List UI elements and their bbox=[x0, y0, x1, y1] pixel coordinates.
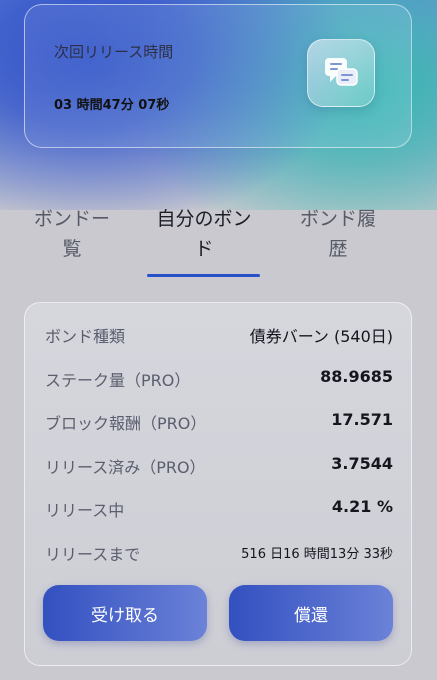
tab-bond-history-line1: ボンド履 bbox=[299, 208, 376, 230]
bond-tabs: ボンドー 覧 自分のボン ド ボンド履 歴 bbox=[0, 204, 437, 280]
releasing-value: 4.21 % bbox=[331, 497, 393, 516]
time-to-release-value: 516 日16 時間13分 33秒 bbox=[241, 547, 393, 562]
tab-bond-list[interactable]: ボンドー 覧 bbox=[12, 204, 132, 264]
next-release-card: 次回リリース時間 03 時間47分 07秒 bbox=[24, 4, 412, 148]
stake-amount-value: 88.9685 bbox=[320, 367, 393, 386]
tab-my-bonds-line1: 自分のボン bbox=[156, 208, 252, 230]
released-label: リリース済み（PRO） bbox=[45, 458, 206, 477]
tab-bond-list-line1: ボンドー bbox=[33, 208, 110, 230]
block-reward-value: 17.571 bbox=[331, 410, 393, 429]
bond-type-label: ボンド種類 bbox=[45, 327, 126, 346]
detail-row-time-to-release: リリースまで 516 日16 時間13分 33秒 bbox=[45, 541, 393, 565]
active-tab-indicator bbox=[147, 274, 260, 277]
detail-row-releasing: リリース中 4.21 % bbox=[45, 497, 393, 521]
detail-row-stake-amount: ステーク量（PRO） 88.9685 bbox=[45, 367, 393, 391]
time-to-release-label: リリースまで bbox=[45, 545, 141, 564]
next-release-countdown: 03 時間47分 07秒 bbox=[54, 98, 170, 113]
redeem-button[interactable]: 償還 bbox=[229, 585, 393, 641]
tab-bond-history-line2: 歴 bbox=[328, 238, 348, 260]
claim-button-label: 受け取る bbox=[91, 605, 159, 626]
stake-amount-label: ステーク量（PRO） bbox=[45, 371, 191, 390]
next-release-title: 次回リリース時間 bbox=[54, 43, 174, 61]
redeem-button-label: 償還 bbox=[294, 605, 328, 626]
chat-bubbles-icon bbox=[307, 39, 375, 107]
tab-bond-history[interactable]: ボンド履 歴 bbox=[278, 204, 398, 264]
tab-my-bonds[interactable]: 自分のボン ド bbox=[144, 204, 264, 264]
claim-button[interactable]: 受け取る bbox=[43, 585, 207, 641]
bond-details-card: ボンド種類 債券バーン (540日) ステーク量（PRO） 88.9685 ブロ… bbox=[24, 302, 412, 666]
released-value: 3.7544 bbox=[331, 454, 393, 473]
detail-row-block-reward: ブロック報酬（PRO） 17.571 bbox=[45, 410, 393, 434]
releasing-label: リリース中 bbox=[45, 501, 125, 520]
detail-row-bond-type: ボンド種類 債券バーン (540日) bbox=[45, 323, 393, 347]
block-reward-label: ブロック報酬（PRO） bbox=[45, 414, 207, 433]
tab-my-bonds-line2: ド bbox=[194, 238, 214, 260]
detail-row-released: リリース済み（PRO） 3.7544 bbox=[45, 454, 393, 478]
tab-bond-list-line2: 覧 bbox=[62, 238, 82, 260]
bond-type-value: 債券バーン (540日) bbox=[249, 327, 393, 346]
